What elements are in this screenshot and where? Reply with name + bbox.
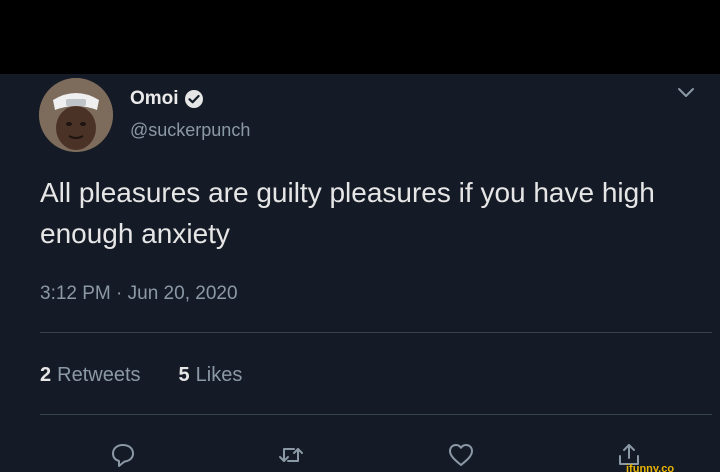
reply-icon [112, 444, 134, 467]
divider [40, 414, 712, 415]
reply-button[interactable] [108, 440, 138, 470]
tweet-text: All pleasures are guilty pleasures if yo… [40, 177, 655, 249]
chevron-down-icon[interactable] [676, 86, 696, 100]
author-display-name[interactable]: Omoi [130, 88, 179, 110]
tweet-card: Omoi @suckerpunch All pleasures are guil… [0, 74, 720, 472]
heart-icon [449, 444, 473, 466]
avatar-image [39, 78, 113, 152]
author-handle[interactable]: @suckerpunch [130, 120, 250, 141]
retweet-icon [279, 448, 303, 462]
retweets-count: 2 [40, 364, 52, 386]
retweet-button[interactable] [276, 440, 306, 470]
likes-count: 5 [178, 364, 190, 386]
top-black-bar [0, 0, 720, 74]
avatar[interactable] [39, 78, 113, 152]
likes-label: Likes [195, 364, 243, 386]
tweet-timestamp[interactable]: 3:12 PM · Jun 20, 2020 [40, 283, 238, 305]
like-button[interactable] [446, 440, 476, 470]
likes-stat[interactable]: 5 Likes [179, 364, 243, 387]
verified-badge-icon [184, 89, 204, 109]
retweets-stat[interactable]: 2 Retweets [40, 364, 141, 387]
author-name-row: Omoi [130, 88, 204, 110]
divider [40, 332, 712, 333]
tweet-stats: 2 Retweets 5 Likes [40, 364, 280, 387]
retweets-label: Retweets [57, 364, 141, 386]
watermark: ifunny.co [626, 460, 720, 472]
watermark-text: ifunny.co [626, 463, 675, 472]
